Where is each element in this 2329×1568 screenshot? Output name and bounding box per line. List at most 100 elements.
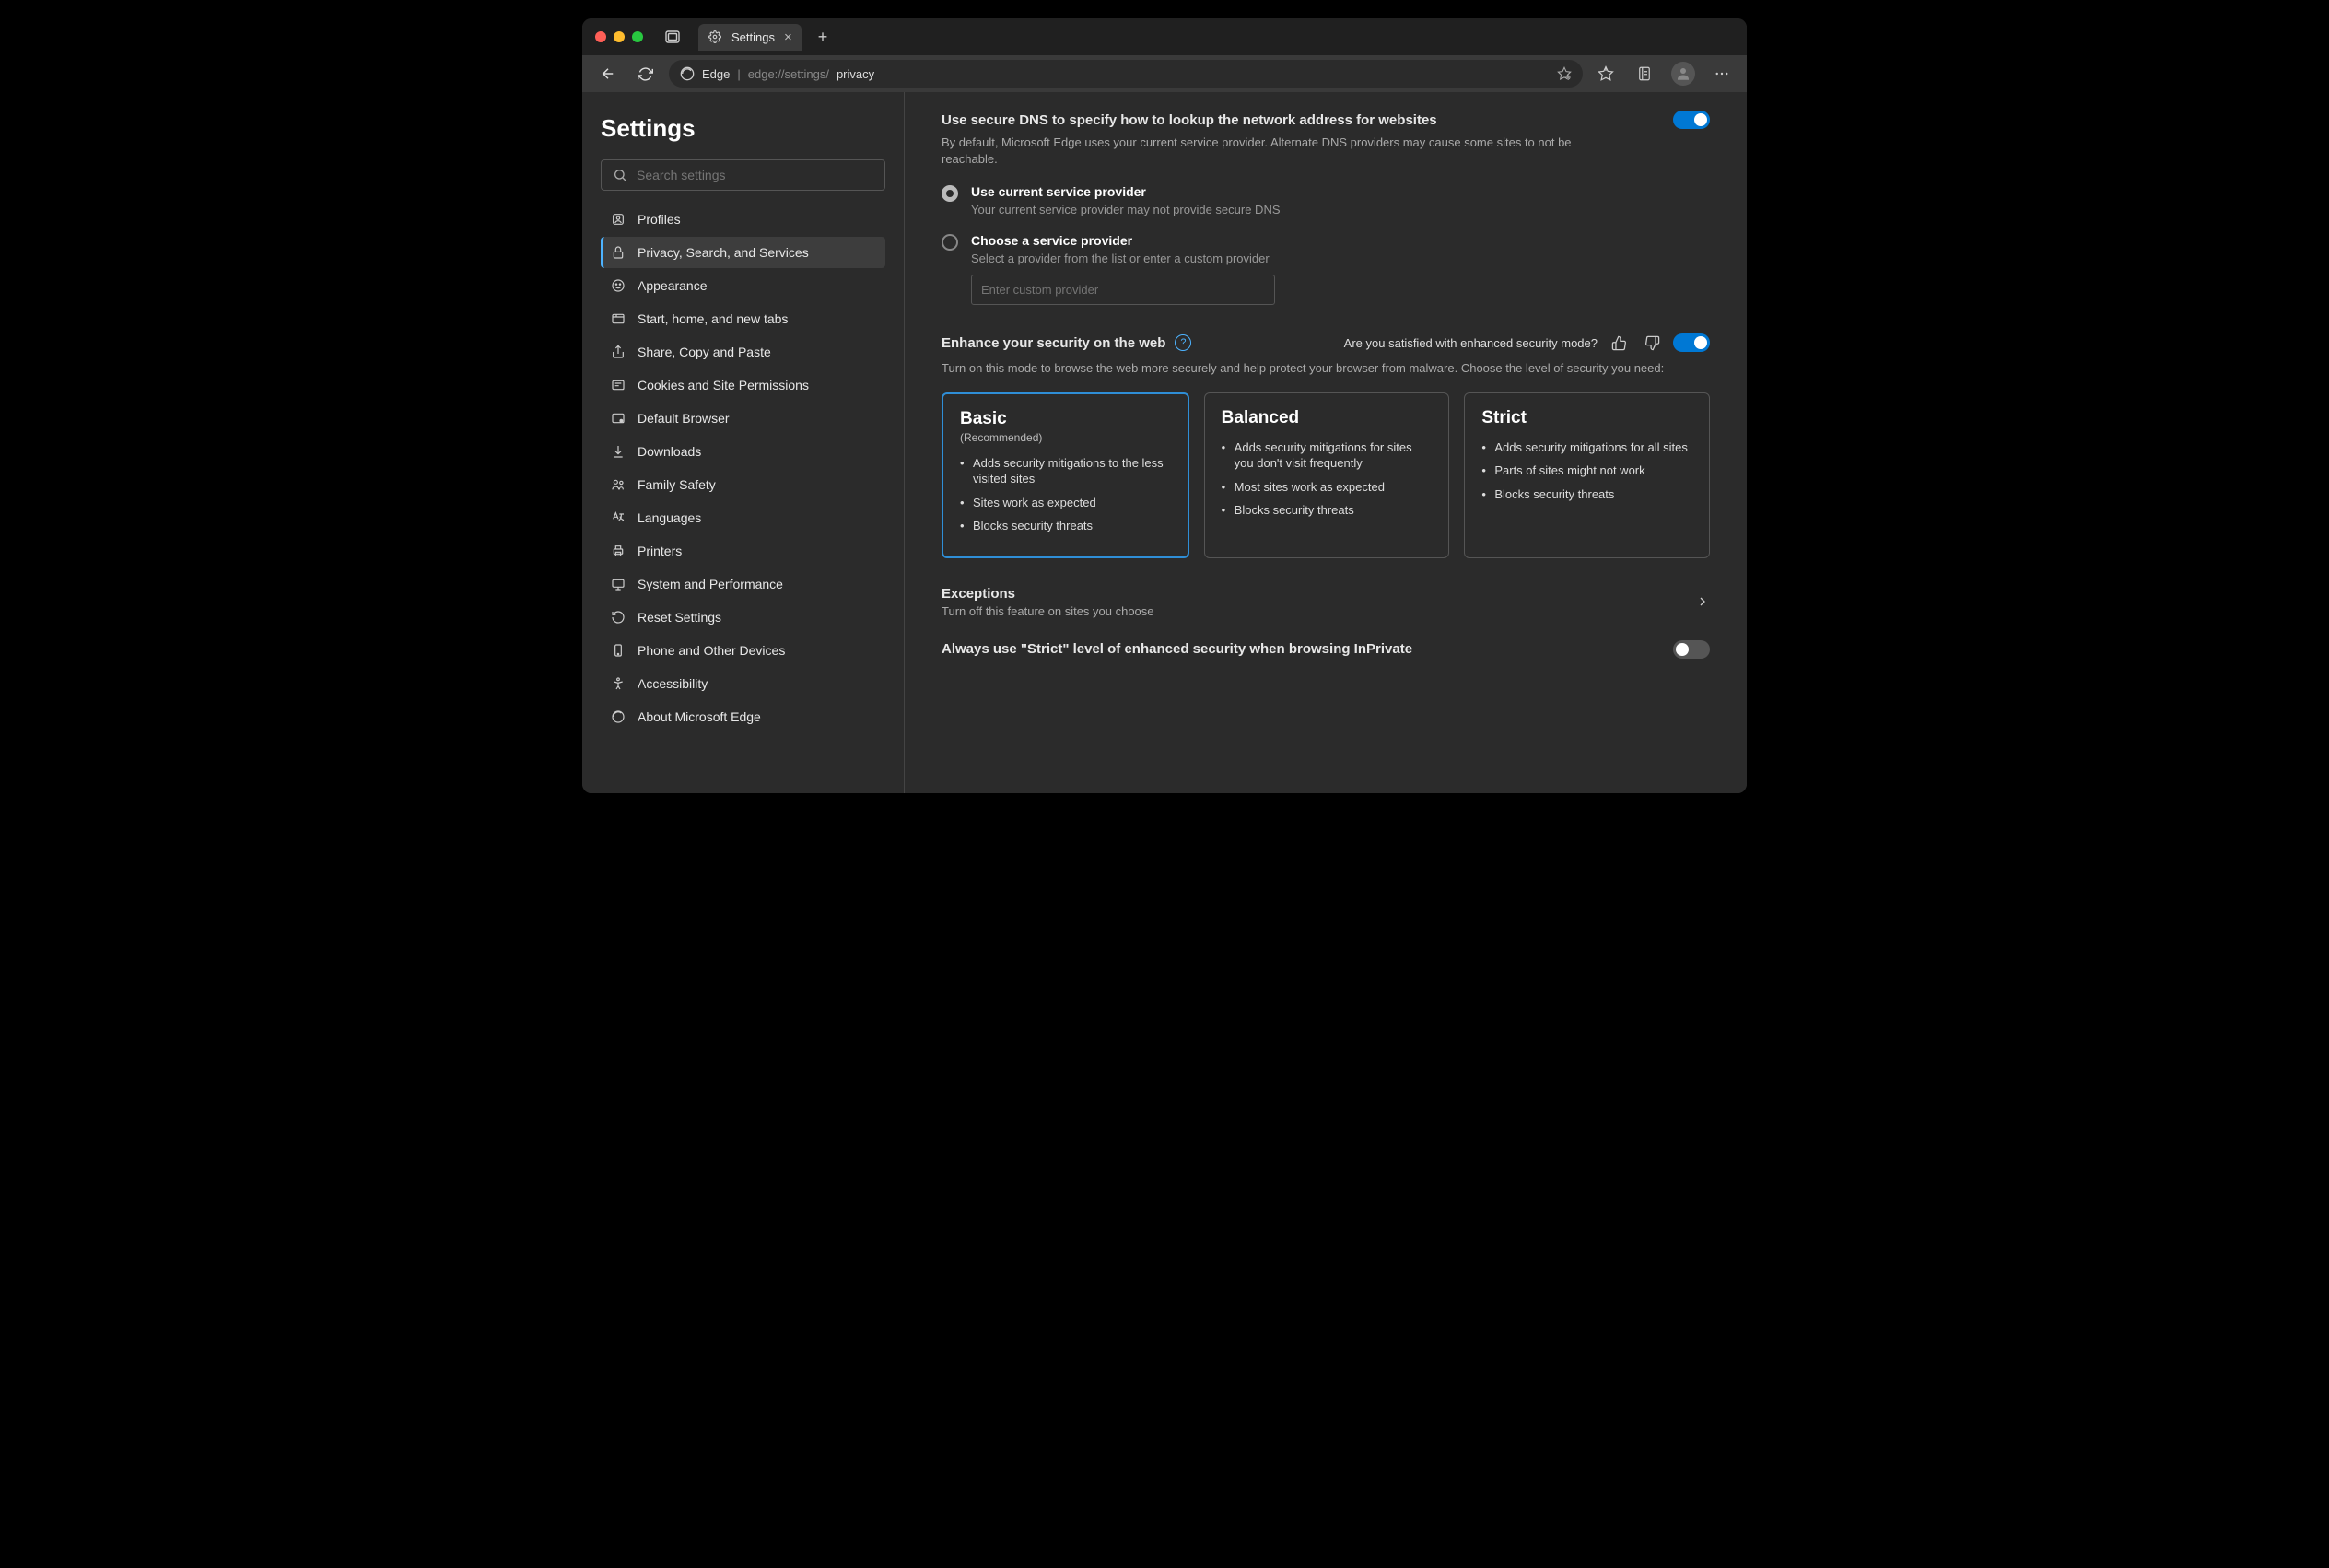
card-point: Adds security mitigations for all sites: [1481, 439, 1692, 456]
back-button[interactable]: [595, 61, 621, 87]
settings-heading: Settings: [601, 114, 885, 143]
profile-avatar[interactable]: [1671, 62, 1695, 86]
enhance-desc: Turn on this mode to browse the web more…: [942, 360, 1710, 377]
cookies-icon: [610, 377, 626, 393]
sidebar-item-label: Privacy, Search, and Services: [638, 245, 809, 260]
gear-icon: [708, 29, 722, 44]
sidebar-item-system-and-performance[interactable]: System and Performance: [601, 568, 885, 600]
security-card-basic[interactable]: Basic(Recommended)Adds security mitigati…: [942, 392, 1189, 558]
more-menu-icon[interactable]: [1710, 62, 1734, 86]
edge-logo-icon: [680, 66, 695, 81]
window-close-button[interactable]: [595, 31, 606, 42]
collections-icon[interactable]: [1633, 62, 1656, 86]
card-point: Blocks security threats: [1222, 502, 1433, 519]
exceptions-title: Exceptions: [942, 586, 1695, 602]
inprivate-strict-row: Always use "Strict" level of enhanced se…: [942, 629, 1710, 670]
sidebar-item-default-browser[interactable]: Default Browser: [601, 403, 885, 434]
sidebar-item-family-safety[interactable]: Family Safety: [601, 469, 885, 500]
address-bar[interactable]: Edge | edge://settings/privacy: [669, 60, 1583, 88]
card-point: Adds security mitigations for sites you …: [1222, 439, 1433, 472]
sidebar-item-appearance[interactable]: Appearance: [601, 270, 885, 301]
search-icon: [613, 168, 627, 182]
toolbar: Edge | edge://settings/privacy: [582, 55, 1747, 92]
security-card-strict[interactable]: StrictAdds security mitigations for all …: [1464, 392, 1710, 558]
sidebar-item-downloads[interactable]: Downloads: [601, 436, 885, 467]
dns-option-title: Choose a service provider: [971, 233, 1275, 248]
sidebar-item-label: Family Safety: [638, 477, 716, 492]
tab-title: Settings: [731, 30, 775, 44]
window-maximize-button[interactable]: [632, 31, 643, 42]
security-card-balanced[interactable]: BalancedAdds security mitigations for si…: [1204, 392, 1450, 558]
share-icon: [610, 344, 626, 360]
dns-option-choose[interactable]: Choose a service provider Select a provi…: [942, 233, 1710, 305]
enhance-security-toggle[interactable]: [1673, 333, 1710, 352]
sidebar-item-profiles[interactable]: Profiles: [601, 204, 885, 235]
radio-icon: [942, 234, 958, 251]
sidebar-item-label: Phone and Other Devices: [638, 643, 785, 658]
tab-overview-icon[interactable]: [660, 26, 685, 48]
content-area: Settings Profiles Privacy, Search, and Se…: [582, 92, 1747, 793]
exceptions-desc: Turn off this feature on sites you choos…: [942, 604, 1695, 618]
favorite-star-icon[interactable]: [1557, 66, 1572, 81]
card-point: Sites work as expected: [960, 495, 1171, 511]
sidebar-item-privacy-search-and-services[interactable]: Privacy, Search, and Services: [601, 237, 885, 268]
secure-dns-toggle[interactable]: [1673, 111, 1710, 129]
sidebar-item-label: Cookies and Site Permissions: [638, 378, 809, 392]
language-icon: [610, 509, 626, 526]
enhance-security-section: Enhance your security on the web ? Are y…: [942, 331, 1710, 669]
sidebar-item-label: System and Performance: [638, 577, 783, 591]
card-point: Blocks security threats: [1481, 486, 1692, 503]
browser-icon: [610, 410, 626, 427]
settings-search-input[interactable]: [637, 168, 873, 182]
sidebar-item-reset-settings[interactable]: Reset Settings: [601, 602, 885, 633]
dns-option-current[interactable]: Use current service provider Your curren…: [942, 184, 1710, 216]
printer-icon: [610, 543, 626, 559]
thumbs-down-button[interactable]: [1640, 331, 1664, 355]
security-level-cards: Basic(Recommended)Adds security mitigati…: [942, 392, 1710, 558]
secure-dns-title: Use secure DNS to specify how to lookup …: [942, 112, 1662, 128]
help-icon[interactable]: ?: [1175, 334, 1191, 351]
sidebar-item-label: Downloads: [638, 444, 701, 459]
sidebar-item-cookies-and-site-permissions[interactable]: Cookies and Site Permissions: [601, 369, 885, 401]
dns-provider-radio-group: Use current service provider Your curren…: [942, 184, 1710, 305]
url-suffix: privacy: [837, 67, 874, 81]
sidebar-item-label: Share, Copy and Paste: [638, 345, 771, 359]
reload-button[interactable]: [632, 61, 658, 87]
exceptions-row[interactable]: Exceptions Turn off this feature on site…: [942, 575, 1710, 629]
sidebar-item-label: Start, home, and new tabs: [638, 311, 788, 326]
sidebar-item-phone-and-other-devices[interactable]: Phone and Other Devices: [601, 635, 885, 666]
settings-nav: Profiles Privacy, Search, and Services App…: [601, 204, 885, 732]
dns-option-desc: Select a provider from the list or enter…: [971, 252, 1275, 265]
custom-provider-input[interactable]: [971, 275, 1275, 305]
tab-close-button[interactable]: ×: [784, 29, 792, 45]
sidebar-item-languages[interactable]: Languages: [601, 502, 885, 533]
card-points: Adds security mitigations for all sites P…: [1481, 439, 1692, 503]
lock-icon: [610, 244, 626, 261]
phone-icon: [610, 642, 626, 659]
sidebar-item-label: About Microsoft Edge: [638, 709, 761, 724]
settings-search[interactable]: [601, 159, 885, 191]
thumbs-up-button[interactable]: [1607, 331, 1631, 355]
sidebar-item-label: Languages: [638, 510, 701, 525]
browser-window: Settings × + Edge | edge://settings/priv…: [582, 18, 1747, 793]
sidebar-item-start-home-and-new-tabs[interactable]: Start, home, and new tabs: [601, 303, 885, 334]
app-label: Edge: [702, 67, 730, 81]
inprivate-strict-toggle[interactable]: [1673, 640, 1710, 659]
sidebar-item-label: Accessibility: [638, 676, 708, 691]
sidebar-item-about-microsoft-edge[interactable]: About Microsoft Edge: [601, 701, 885, 732]
browser-tab[interactable]: Settings ×: [698, 24, 802, 51]
card-point: Parts of sites might not work: [1481, 462, 1692, 479]
enhance-title: Enhance your security on the web: [942, 335, 1165, 351]
favorites-icon[interactable]: [1594, 62, 1618, 86]
card-point: Adds security mitigations to the less vi…: [960, 455, 1171, 487]
system-icon: [610, 576, 626, 592]
sidebar-item-label: Appearance: [638, 278, 708, 293]
settings-sidebar: Settings Profiles Privacy, Search, and Se…: [582, 92, 905, 793]
window-minimize-button[interactable]: [614, 31, 625, 42]
sidebar-item-accessibility[interactable]: Accessibility: [601, 668, 885, 699]
edge-icon: [610, 708, 626, 725]
sidebar-item-printers[interactable]: Printers: [601, 535, 885, 567]
family-icon: [610, 476, 626, 493]
sidebar-item-share-copy-and-paste[interactable]: Share, Copy and Paste: [601, 336, 885, 368]
new-tab-button[interactable]: +: [818, 28, 828, 47]
